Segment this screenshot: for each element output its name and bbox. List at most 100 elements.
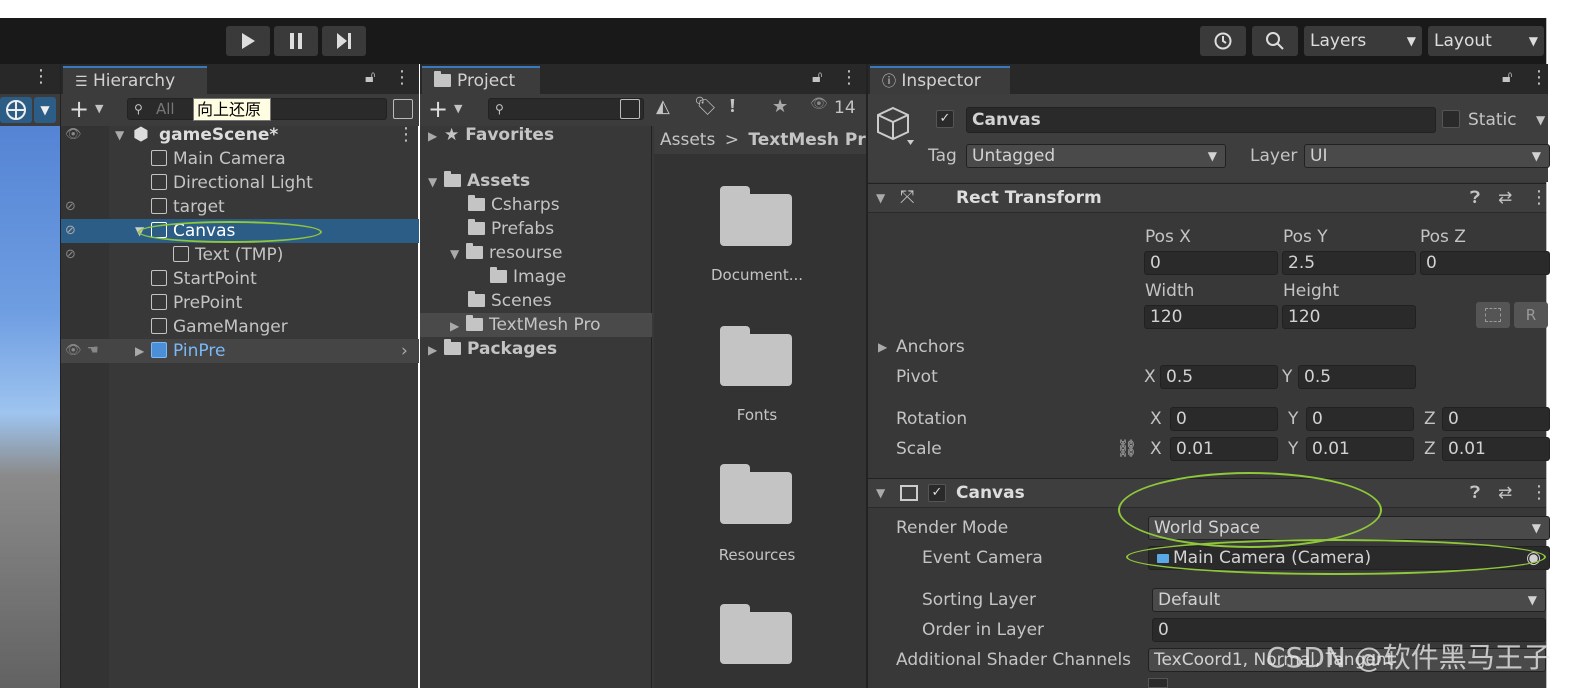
pause-button[interactable] <box>274 26 318 56</box>
tree-item-favorites[interactable]: ▶ ★ Favorites <box>428 123 554 147</box>
posx-input[interactable]: 0 <box>1144 251 1278 275</box>
more-options-icon[interactable]: ⋮ <box>397 123 415 147</box>
history-button[interactable] <box>1200 26 1246 56</box>
expand-arrow-icon[interactable]: ▼ <box>135 219 144 243</box>
help-icon[interactable]: ❓︎ <box>1470 481 1480 505</box>
folder-icon[interactable] <box>720 186 792 246</box>
folder-icon[interactable] <box>720 464 792 524</box>
warning-icon[interactable]: ❗︎ <box>730 96 735 117</box>
more-options-icon[interactable]: ⋮ <box>393 67 411 88</box>
tree-item-packages[interactable]: ▶ Packages <box>428 337 557 361</box>
presets-icon[interactable]: ⇄ <box>1498 186 1512 210</box>
play-button[interactable] <box>226 26 270 56</box>
chevron-down-icon[interactable]: ▼ <box>1536 108 1545 132</box>
presets-icon[interactable]: ⇄ <box>1498 481 1512 505</box>
chevron-right-icon[interactable]: › <box>401 339 408 363</box>
pivot-y-input[interactable]: 0.5 <box>1298 365 1416 389</box>
breadcrumb-root[interactable]: Assets <box>660 130 715 150</box>
hidden-icon[interactable]: ⊘ <box>65 243 76 267</box>
folder-icon[interactable] <box>720 326 792 386</box>
search-button[interactable] <box>1252 26 1298 56</box>
lock-icon[interactable]: 🔓︎ <box>365 67 375 87</box>
hidden-icon[interactable]: ⊘ <box>65 195 76 219</box>
scale-z-input[interactable]: 0.01 <box>1442 437 1550 461</box>
step-button[interactable] <box>322 26 366 56</box>
expand-arrow-icon[interactable]: ▼ <box>115 123 124 147</box>
list-item-selected[interactable]: ⊘ ▼ Canvas <box>61 219 419 243</box>
order-in-layer-input[interactable]: 0 <box>1152 618 1546 642</box>
render-mode-dropdown[interactable]: World Space ▼ <box>1148 516 1550 540</box>
object-picker-icon[interactable]: ◉ <box>1526 547 1541 569</box>
breadcrumb-current[interactable]: TextMesh Pro <box>748 130 866 150</box>
list-item[interactable]: GameManger <box>151 315 288 339</box>
chevron-down-icon[interactable]: ▼ <box>95 102 103 115</box>
posz-input[interactable]: 0 <box>1420 251 1550 275</box>
add-button[interactable]: + <box>69 95 89 123</box>
scale-y-input[interactable]: 0.01 <box>1306 437 1414 461</box>
canvas-component-header[interactable]: ▼ ✓ Canvas ❓︎ ⇄ ⋮ <box>868 478 1548 508</box>
layout-dropdown[interactable]: Layout ▼ <box>1428 26 1544 56</box>
static-checkbox[interactable] <box>1442 110 1460 128</box>
visibility-icon[interactable]: 👁︎ <box>65 339 82 363</box>
sorting-layer-dropdown[interactable]: Default ▼ <box>1152 588 1546 612</box>
list-item[interactable]: ⊘ Text (TMP) <box>61 243 419 267</box>
lock-icon[interactable]: 🔓︎ <box>812 67 822 87</box>
maximize-icon[interactable] <box>620 99 640 119</box>
tree-item-resourse[interactable]: ▼ resourse <box>450 241 562 265</box>
filter-type-icon[interactable]: ◭ <box>656 96 670 117</box>
more-options-icon[interactable]: ⋮ <box>840 67 858 88</box>
event-camera-field[interactable]: Main Camera (Camera) ◉ <box>1148 546 1550 570</box>
layer-dropdown[interactable]: UI ▼ <box>1304 144 1550 168</box>
tree-item-assets[interactable]: ▼ Assets <box>428 169 530 193</box>
raw-edit-button[interactable]: R <box>1514 302 1548 328</box>
anchors-label[interactable]: Anchors <box>896 335 965 359</box>
rot-y-input[interactable]: 0 <box>1306 407 1414 431</box>
tab-hierarchy[interactable]: ☰ Hierarchy <box>63 66 207 94</box>
tree-item-image[interactable]: Image <box>490 265 566 289</box>
more-options-icon[interactable]: ⋮ <box>32 66 50 87</box>
star-icon[interactable]: ★ <box>772 96 788 117</box>
rect-transform-header[interactable]: ▼ ⤧ Rect Transform ❓︎ ⇄ ⋮ <box>868 183 1548 213</box>
active-checkbox[interactable]: ✓ <box>936 110 954 128</box>
tab-inspector[interactable]: ⓘ Inspector <box>870 66 1010 94</box>
more-options-icon[interactable]: ⋮ <box>1530 186 1548 210</box>
height-input[interactable]: 120 <box>1282 305 1416 329</box>
collapse-arrow-icon[interactable]: ▼ <box>876 186 885 210</box>
tree-item-scenes[interactable]: Scenes <box>468 289 552 313</box>
scene-row[interactable]: 👁︎ ▼ ⬢ gameScene* ⋮ <box>61 123 419 147</box>
hidden-icon[interactable]: ⊘ <box>65 219 76 243</box>
tree-item-prefabs[interactable]: Prefabs <box>468 217 554 241</box>
lock-icon[interactable]: 🔓︎ <box>1502 67 1512 87</box>
chevron-down-icon[interactable]: ▼ <box>454 102 462 115</box>
expand-arrow-icon[interactable]: ▶ <box>878 335 887 359</box>
posy-input[interactable]: 2.5 <box>1282 251 1416 275</box>
tab-project[interactable]: Project <box>422 66 540 94</box>
visibility-icon[interactable]: 👁︎ <box>810 96 828 112</box>
expand-arrow-icon[interactable]: ▶ <box>135 339 144 363</box>
list-item[interactable]: ⊘ target <box>61 195 419 219</box>
gizmo-dropdown[interactable]: ▼ <box>34 97 56 123</box>
list-item-prefab[interactable]: 👁︎ ☚ ▶ PinPre › <box>61 339 419 363</box>
cut-off-checkbox[interactable] <box>1148 678 1168 688</box>
scale-x-input[interactable]: 0.01 <box>1170 437 1278 461</box>
list-item[interactable]: Main Camera <box>151 147 286 171</box>
visibility-icon[interactable]: 👁︎ <box>65 123 82 147</box>
tag-dropdown[interactable]: Untagged ▼ <box>966 144 1226 168</box>
blueprint-button[interactable] <box>1476 302 1510 328</box>
layers-dropdown[interactable]: Layers ▼ <box>1304 26 1422 56</box>
collapse-arrow-icon[interactable]: ▼ <box>876 481 885 505</box>
pickable-icon[interactable]: ☚ <box>87 339 99 363</box>
object-name-input[interactable]: Canvas <box>966 107 1436 133</box>
rot-x-input[interactable]: 0 <box>1170 407 1278 431</box>
tree-item-csharps[interactable]: Csharps <box>468 193 560 217</box>
folder-icon[interactable] <box>720 604 792 664</box>
label-icon[interactable]: 🏷︎ <box>694 96 717 117</box>
list-item[interactable]: PrePoint <box>151 291 242 315</box>
more-options-icon[interactable]: ⋮ <box>1530 481 1548 505</box>
component-enabled-checkbox[interactable]: ✓ <box>928 484 946 502</box>
tree-item-textmeshpro[interactable]: ▶ TextMesh Pro <box>420 313 652 337</box>
help-icon[interactable]: ❓︎ <box>1470 186 1480 210</box>
width-input[interactable]: 120 <box>1144 305 1278 329</box>
more-options-icon[interactable]: ⋮ <box>1530 67 1548 88</box>
maximize-icon[interactable] <box>393 99 413 119</box>
